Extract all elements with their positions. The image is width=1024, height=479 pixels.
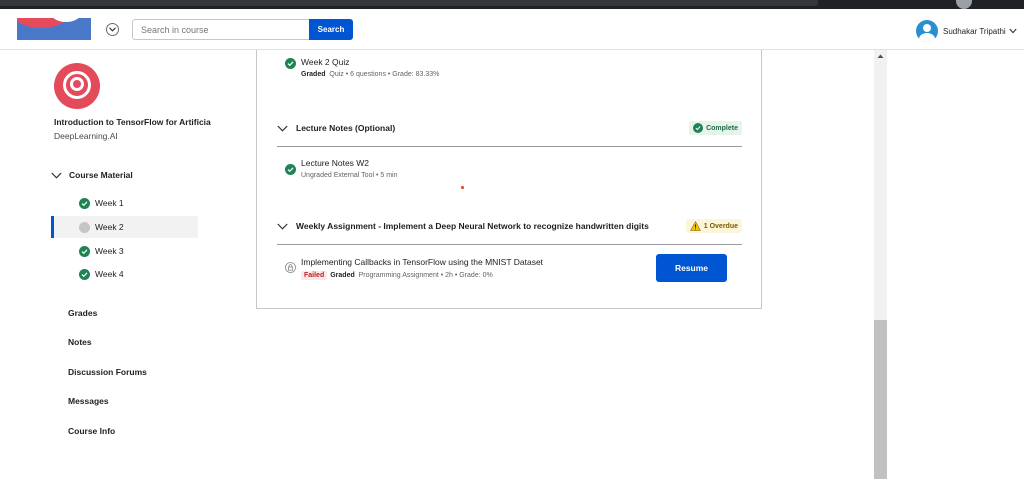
user-menu[interactable]: Sudhakar Tripathi bbox=[916, 20, 1017, 42]
progress-circle-icon bbox=[79, 221, 90, 233]
quiz-title[interactable]: Week 2 Quiz bbox=[301, 57, 439, 67]
assignment-meta: Failed Graded Programming Assignment • 2h… bbox=[301, 271, 543, 280]
lecture-notes-meta: Ungraded External Tool • 5 min bbox=[301, 172, 398, 179]
chevron-down-icon bbox=[51, 172, 62, 179]
week-label: Week 4 bbox=[95, 269, 124, 279]
chevron-down-icon bbox=[277, 223, 288, 230]
course-material-label: Course Material bbox=[69, 170, 133, 180]
sidebar-link-discussion-forums[interactable]: Discussion Forums bbox=[68, 367, 147, 377]
week-label: Week 3 bbox=[95, 246, 124, 256]
check-circle-icon bbox=[285, 164, 296, 175]
check-circle-icon bbox=[285, 58, 296, 69]
course-logo bbox=[54, 63, 100, 109]
check-circle-icon bbox=[693, 123, 704, 133]
section-title: Lecture Notes (Optional) bbox=[296, 123, 396, 133]
resume-button[interactable]: Resume bbox=[656, 254, 727, 282]
course-partner: DeepLearning.AI bbox=[54, 131, 118, 141]
check-circle-icon bbox=[79, 197, 90, 209]
sidebar-link-course-info[interactable]: Course Info bbox=[68, 426, 115, 436]
chevron-down-icon bbox=[1009, 28, 1017, 34]
sidebar-link-grades[interactable]: Grades bbox=[68, 308, 97, 318]
browser-url-bar[interactable] bbox=[0, 0, 818, 6]
sidebar-item-week-2[interactable]: Week 2 bbox=[51, 216, 198, 238]
quiz-item[interactable]: Week 2 Quiz Graded Quiz • 6 questions • … bbox=[285, 57, 439, 78]
lecture-notes-section-header[interactable]: Lecture Notes (Optional) Complete bbox=[277, 119, 742, 137]
browser-profile-icon[interactable] bbox=[956, 0, 972, 9]
assignment-section-header[interactable]: Weekly Assignment - Implement a Deep Neu… bbox=[277, 217, 742, 235]
check-circle-icon bbox=[79, 245, 90, 257]
sidebar-item-week-1[interactable]: Week 1 bbox=[51, 192, 198, 214]
cursor-dot bbox=[461, 186, 464, 189]
sidebar-item-week-4[interactable]: Week 4 bbox=[51, 263, 198, 285]
assignment-meta-text: Programming Assignment • 2h • Grade: 0% bbox=[358, 272, 493, 279]
search-input[interactable] bbox=[132, 19, 309, 40]
lock-icon bbox=[285, 262, 296, 273]
week-label: Week 1 bbox=[95, 198, 124, 208]
chevron-down-icon[interactable] bbox=[106, 23, 119, 36]
section-title: Weekly Assignment - Implement a Deep Neu… bbox=[296, 221, 649, 231]
browser-strip bbox=[0, 0, 1024, 9]
course-material-toggle[interactable]: Course Material bbox=[51, 170, 133, 180]
warning-icon bbox=[689, 221, 701, 231]
graded-label: Graded bbox=[301, 71, 326, 78]
section-divider bbox=[277, 146, 742, 147]
failed-badge: Failed bbox=[301, 271, 328, 280]
scrollbar-thumb[interactable] bbox=[874, 320, 887, 479]
sidebar-link-notes[interactable]: Notes bbox=[68, 337, 92, 347]
graded-label: Graded bbox=[330, 272, 355, 279]
section-divider bbox=[277, 244, 742, 245]
quiz-meta-text: Quiz • 6 questions • Grade: 83.33% bbox=[329, 71, 440, 78]
overdue-badge-label: 1 Overdue bbox=[703, 222, 738, 230]
chevron-down-icon bbox=[277, 125, 288, 132]
lecture-notes-item[interactable]: Lecture Notes W2 Ungraded External Tool … bbox=[285, 158, 398, 179]
quiz-meta: Graded Quiz • 6 questions • Grade: 83.33… bbox=[301, 71, 439, 78]
assignment-item[interactable]: Implementing Callbacks in TensorFlow usi… bbox=[285, 257, 543, 280]
course-title[interactable]: Introduction to TensorFlow for Artificia bbox=[54, 117, 214, 127]
search-button[interactable]: Search bbox=[309, 19, 353, 40]
site-logo[interactable] bbox=[17, 18, 91, 40]
lecture-notes-title[interactable]: Lecture Notes W2 bbox=[301, 158, 398, 168]
check-circle-icon bbox=[79, 268, 90, 280]
user-avatar-icon bbox=[916, 20, 938, 42]
user-name: Sudhakar Tripathi bbox=[943, 26, 1006, 36]
top-header: Search Sudhakar Tripathi bbox=[0, 9, 1024, 50]
overdue-badge: 1 Overdue bbox=[685, 219, 742, 233]
assignment-title[interactable]: Implementing Callbacks in TensorFlow usi… bbox=[301, 257, 543, 267]
complete-badge: Complete bbox=[689, 121, 742, 135]
scroll-up-arrow-icon[interactable] bbox=[874, 50, 887, 63]
sidebar-link-messages[interactable]: Messages bbox=[68, 396, 109, 406]
sidebar-item-week-3[interactable]: Week 3 bbox=[51, 240, 198, 262]
week-content-card: Week 2 Quiz Graded Quiz • 6 questions • … bbox=[256, 50, 762, 309]
complete-badge-label: Complete bbox=[706, 124, 738, 132]
week-label: Week 2 bbox=[95, 222, 124, 232]
